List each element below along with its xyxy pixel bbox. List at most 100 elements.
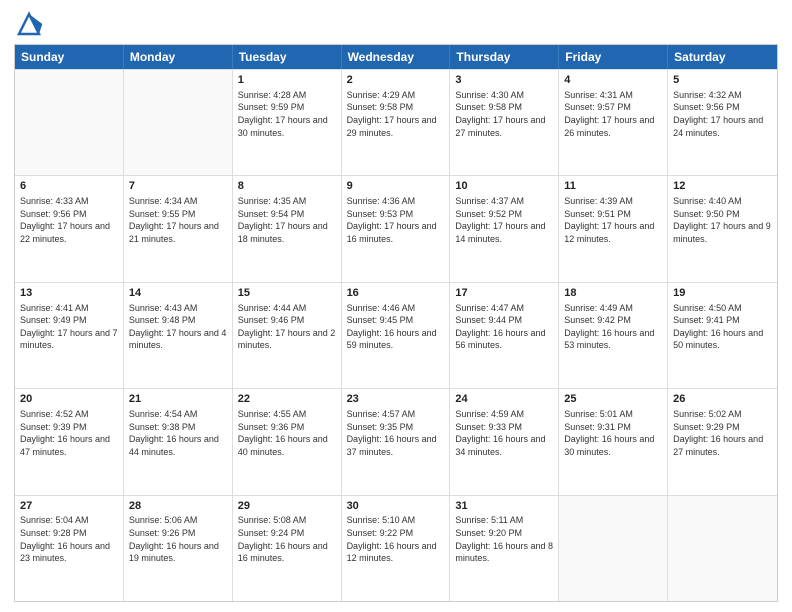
day-cell-3: 3Sunrise: 4:30 AM Sunset: 9:58 PM Daylig… [450, 70, 559, 175]
empty-cell [15, 70, 124, 175]
cell-sun-info: Sunrise: 4:49 AM Sunset: 9:42 PM Dayligh… [564, 302, 662, 352]
cell-sun-info: Sunrise: 4:37 AM Sunset: 9:52 PM Dayligh… [455, 195, 553, 245]
cell-sun-info: Sunrise: 5:06 AM Sunset: 9:26 PM Dayligh… [129, 514, 227, 564]
day-number: 13 [20, 286, 118, 301]
page: SundayMondayTuesdayWednesdayThursdayFrid… [0, 0, 792, 612]
day-cell-10: 10Sunrise: 4:37 AM Sunset: 9:52 PM Dayli… [450, 176, 559, 281]
day-cell-31: 31Sunrise: 5:11 AM Sunset: 9:20 PM Dayli… [450, 496, 559, 601]
day-number: 30 [347, 499, 445, 514]
cell-sun-info: Sunrise: 4:47 AM Sunset: 9:44 PM Dayligh… [455, 302, 553, 352]
day-cell-12: 12Sunrise: 4:40 AM Sunset: 9:50 PM Dayli… [668, 176, 777, 281]
day-number: 29 [238, 499, 336, 514]
cell-sun-info: Sunrise: 4:55 AM Sunset: 9:36 PM Dayligh… [238, 408, 336, 458]
day-number: 2 [347, 73, 445, 88]
cell-sun-info: Sunrise: 4:31 AM Sunset: 9:57 PM Dayligh… [564, 89, 662, 139]
col-header-saturday: Saturday [668, 45, 777, 69]
day-number: 27 [20, 499, 118, 514]
cell-sun-info: Sunrise: 5:08 AM Sunset: 9:24 PM Dayligh… [238, 514, 336, 564]
day-number: 6 [20, 179, 118, 194]
col-header-friday: Friday [559, 45, 668, 69]
empty-cell [124, 70, 233, 175]
day-number: 1 [238, 73, 336, 88]
cell-sun-info: Sunrise: 5:11 AM Sunset: 9:20 PM Dayligh… [455, 514, 553, 564]
cell-sun-info: Sunrise: 4:57 AM Sunset: 9:35 PM Dayligh… [347, 408, 445, 458]
cell-sun-info: Sunrise: 4:54 AM Sunset: 9:38 PM Dayligh… [129, 408, 227, 458]
col-header-wednesday: Wednesday [342, 45, 451, 69]
day-cell-29: 29Sunrise: 5:08 AM Sunset: 9:24 PM Dayli… [233, 496, 342, 601]
cell-sun-info: Sunrise: 4:40 AM Sunset: 9:50 PM Dayligh… [673, 195, 772, 245]
cell-sun-info: Sunrise: 5:01 AM Sunset: 9:31 PM Dayligh… [564, 408, 662, 458]
cell-sun-info: Sunrise: 4:43 AM Sunset: 9:48 PM Dayligh… [129, 302, 227, 352]
day-number: 5 [673, 73, 772, 88]
calendar-header-row: SundayMondayTuesdayWednesdayThursdayFrid… [15, 45, 777, 69]
day-number: 18 [564, 286, 662, 301]
cell-sun-info: Sunrise: 5:10 AM Sunset: 9:22 PM Dayligh… [347, 514, 445, 564]
cell-sun-info: Sunrise: 4:39 AM Sunset: 9:51 PM Dayligh… [564, 195, 662, 245]
day-cell-2: 2Sunrise: 4:29 AM Sunset: 9:58 PM Daylig… [342, 70, 451, 175]
day-number: 8 [238, 179, 336, 194]
day-cell-25: 25Sunrise: 5:01 AM Sunset: 9:31 PM Dayli… [559, 389, 668, 494]
cell-sun-info: Sunrise: 4:32 AM Sunset: 9:56 PM Dayligh… [673, 89, 772, 139]
day-number: 24 [455, 392, 553, 407]
cell-sun-info: Sunrise: 5:04 AM Sunset: 9:28 PM Dayligh… [20, 514, 118, 564]
day-cell-20: 20Sunrise: 4:52 AM Sunset: 9:39 PM Dayli… [15, 389, 124, 494]
day-number: 26 [673, 392, 772, 407]
cell-sun-info: Sunrise: 4:28 AM Sunset: 9:59 PM Dayligh… [238, 89, 336, 139]
day-cell-15: 15Sunrise: 4:44 AM Sunset: 9:46 PM Dayli… [233, 283, 342, 388]
col-header-monday: Monday [124, 45, 233, 69]
calendar-body: 1Sunrise: 4:28 AM Sunset: 9:59 PM Daylig… [15, 69, 777, 601]
day-cell-1: 1Sunrise: 4:28 AM Sunset: 9:59 PM Daylig… [233, 70, 342, 175]
cell-sun-info: Sunrise: 4:36 AM Sunset: 9:53 PM Dayligh… [347, 195, 445, 245]
logo [14, 10, 48, 38]
day-number: 14 [129, 286, 227, 301]
day-cell-23: 23Sunrise: 4:57 AM Sunset: 9:35 PM Dayli… [342, 389, 451, 494]
day-cell-11: 11Sunrise: 4:39 AM Sunset: 9:51 PM Dayli… [559, 176, 668, 281]
day-cell-28: 28Sunrise: 5:06 AM Sunset: 9:26 PM Dayli… [124, 496, 233, 601]
day-number: 23 [347, 392, 445, 407]
calendar-week-5: 27Sunrise: 5:04 AM Sunset: 9:28 PM Dayli… [15, 495, 777, 601]
cell-sun-info: Sunrise: 4:29 AM Sunset: 9:58 PM Dayligh… [347, 89, 445, 139]
day-cell-16: 16Sunrise: 4:46 AM Sunset: 9:45 PM Dayli… [342, 283, 451, 388]
logo-icon [14, 10, 44, 38]
day-cell-21: 21Sunrise: 4:54 AM Sunset: 9:38 PM Dayli… [124, 389, 233, 494]
cell-sun-info: Sunrise: 4:50 AM Sunset: 9:41 PM Dayligh… [673, 302, 772, 352]
day-number: 10 [455, 179, 553, 194]
col-header-thursday: Thursday [450, 45, 559, 69]
day-cell-17: 17Sunrise: 4:47 AM Sunset: 9:44 PM Dayli… [450, 283, 559, 388]
day-cell-8: 8Sunrise: 4:35 AM Sunset: 9:54 PM Daylig… [233, 176, 342, 281]
cell-sun-info: Sunrise: 4:30 AM Sunset: 9:58 PM Dayligh… [455, 89, 553, 139]
day-cell-7: 7Sunrise: 4:34 AM Sunset: 9:55 PM Daylig… [124, 176, 233, 281]
day-number: 21 [129, 392, 227, 407]
col-header-sunday: Sunday [15, 45, 124, 69]
day-cell-6: 6Sunrise: 4:33 AM Sunset: 9:56 PM Daylig… [15, 176, 124, 281]
day-number: 7 [129, 179, 227, 194]
calendar: SundayMondayTuesdayWednesdayThursdayFrid… [14, 44, 778, 602]
day-cell-26: 26Sunrise: 5:02 AM Sunset: 9:29 PM Dayli… [668, 389, 777, 494]
cell-sun-info: Sunrise: 4:59 AM Sunset: 9:33 PM Dayligh… [455, 408, 553, 458]
empty-cell [668, 496, 777, 601]
cell-sun-info: Sunrise: 4:34 AM Sunset: 9:55 PM Dayligh… [129, 195, 227, 245]
day-number: 12 [673, 179, 772, 194]
day-cell-18: 18Sunrise: 4:49 AM Sunset: 9:42 PM Dayli… [559, 283, 668, 388]
day-number: 22 [238, 392, 336, 407]
cell-sun-info: Sunrise: 4:33 AM Sunset: 9:56 PM Dayligh… [20, 195, 118, 245]
empty-cell [559, 496, 668, 601]
day-cell-13: 13Sunrise: 4:41 AM Sunset: 9:49 PM Dayli… [15, 283, 124, 388]
calendar-week-2: 6Sunrise: 4:33 AM Sunset: 9:56 PM Daylig… [15, 175, 777, 281]
day-cell-5: 5Sunrise: 4:32 AM Sunset: 9:56 PM Daylig… [668, 70, 777, 175]
day-number: 20 [20, 392, 118, 407]
day-number: 31 [455, 499, 553, 514]
cell-sun-info: Sunrise: 5:02 AM Sunset: 9:29 PM Dayligh… [673, 408, 772, 458]
day-number: 19 [673, 286, 772, 301]
header [14, 10, 778, 38]
day-cell-22: 22Sunrise: 4:55 AM Sunset: 9:36 PM Dayli… [233, 389, 342, 494]
day-number: 11 [564, 179, 662, 194]
cell-sun-info: Sunrise: 4:46 AM Sunset: 9:45 PM Dayligh… [347, 302, 445, 352]
day-number: 17 [455, 286, 553, 301]
day-number: 16 [347, 286, 445, 301]
cell-sun-info: Sunrise: 4:35 AM Sunset: 9:54 PM Dayligh… [238, 195, 336, 245]
day-cell-24: 24Sunrise: 4:59 AM Sunset: 9:33 PM Dayli… [450, 389, 559, 494]
cell-sun-info: Sunrise: 4:52 AM Sunset: 9:39 PM Dayligh… [20, 408, 118, 458]
day-cell-14: 14Sunrise: 4:43 AM Sunset: 9:48 PM Dayli… [124, 283, 233, 388]
day-cell-4: 4Sunrise: 4:31 AM Sunset: 9:57 PM Daylig… [559, 70, 668, 175]
